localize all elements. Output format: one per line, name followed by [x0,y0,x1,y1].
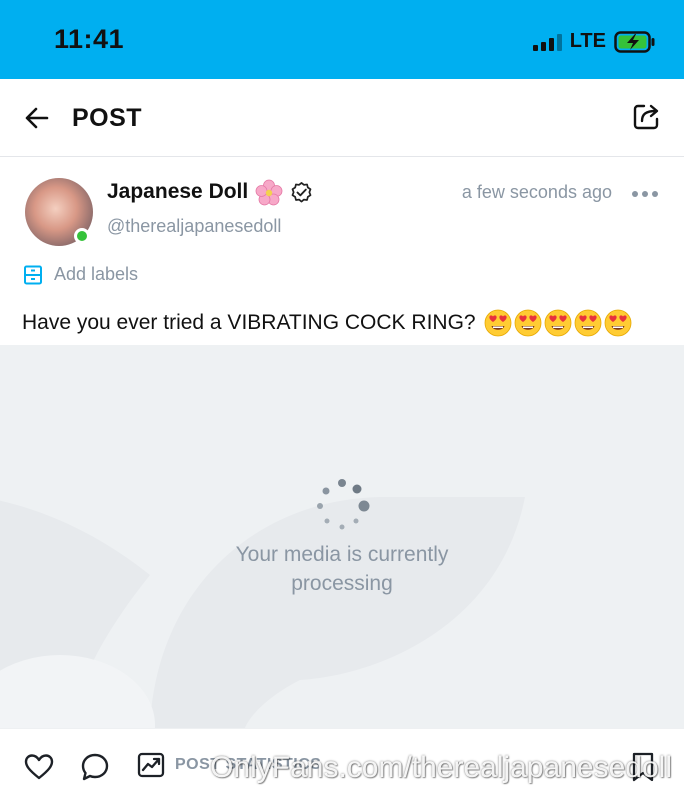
media-placeholder [0,345,684,728]
signal-icon [532,33,562,51]
battery-charging-icon [614,30,655,53]
author-name[interactable]: Japanese Doll [107,180,248,204]
status-indicators: LTE [532,30,656,53]
heart-eyes-emoji-icon [604,309,631,337]
back-button[interactable] [22,103,52,133]
network-type: LTE [569,30,606,52]
author-handle[interactable]: @therealjapanesedoll [107,216,281,237]
verified-icon [291,182,312,203]
heart-eyes-emoji-icon [484,309,511,337]
online-status-dot [74,228,90,244]
comment-button[interactable] [80,752,110,782]
like-button[interactable] [24,753,54,781]
header: POST [0,79,684,157]
status-bar: 11:41 LTE [0,0,684,79]
more-options-icon[interactable] [632,184,658,204]
brand-watermark-graphic [0,497,525,728]
post-text: Have you ever tried a VIBRATING COCK RIN… [22,309,632,337]
post-text-content: Have you ever tried a VIBRATING COCK RIN… [22,311,476,334]
statistics-icon [137,752,165,778]
labels-icon [24,265,42,284]
heart-eyes-emoji-icon [514,309,541,337]
page-title: POST [72,104,143,132]
status-time: 11:41 [54,24,125,54]
media-processing-message: Your media is currently processing [235,543,449,595]
post-timestamp: a few seconds ago [461,182,612,202]
watermark-text: OnlyFans.com/therealjapanesedoll [210,751,672,784]
emoji-row [484,309,632,337]
share-button[interactable] [630,101,662,133]
heart-eyes-emoji-icon [544,309,571,337]
heart-eyes-emoji-icon [574,309,601,337]
loading-spinner-icon [317,479,370,530]
add-labels-label: Add labels [54,264,139,284]
cherry-blossom-icon [255,179,283,206]
add-labels-button[interactable]: Add labels [23,264,138,285]
